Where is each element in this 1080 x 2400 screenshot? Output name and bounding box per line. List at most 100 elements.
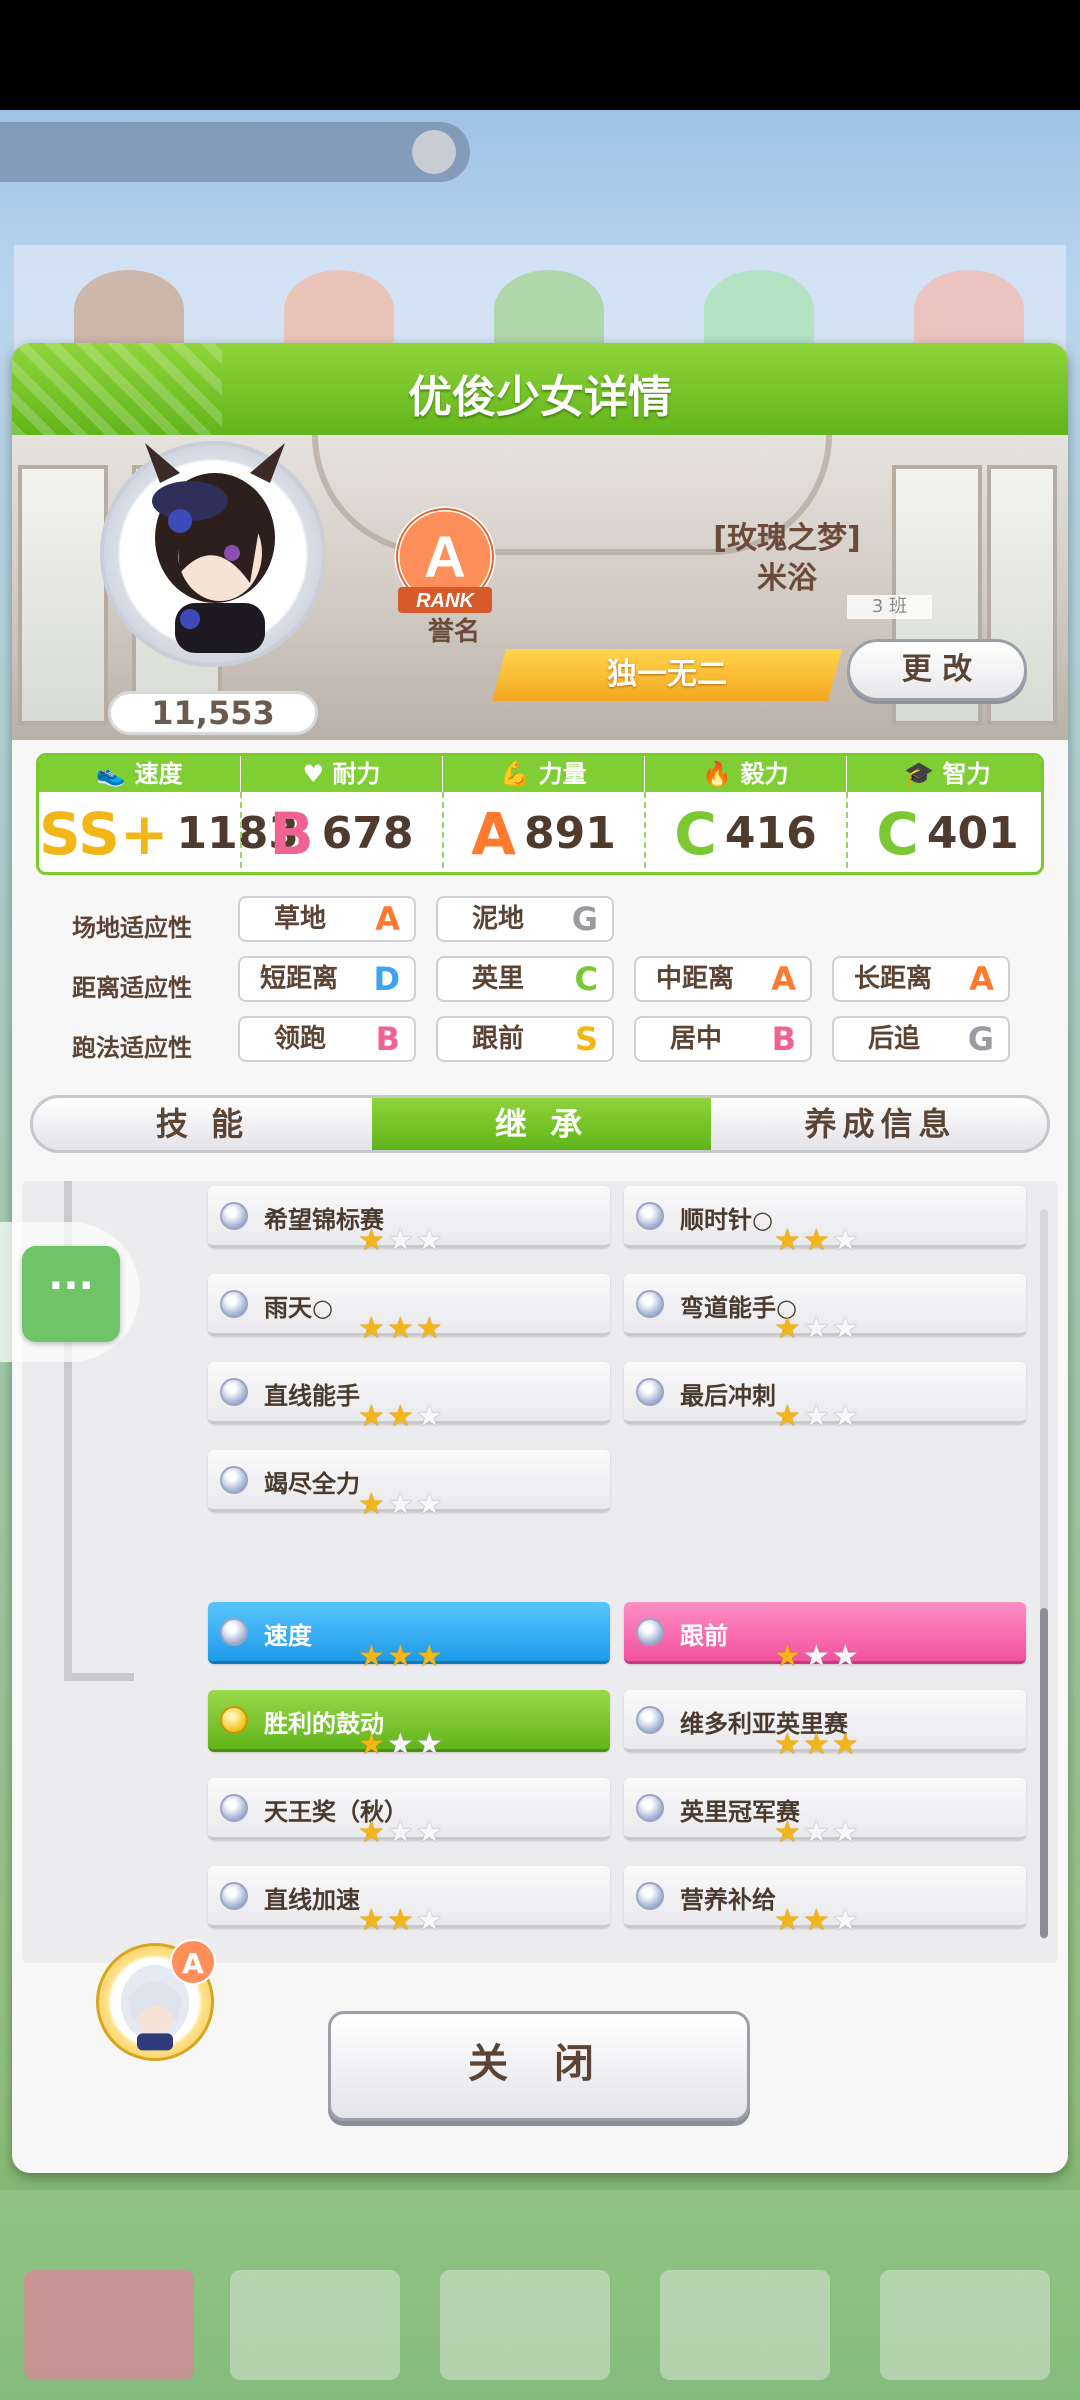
aptitude-dirt: 泥地 G: [436, 896, 614, 942]
star-icon: ★: [802, 1223, 832, 1258]
aptitude-late-surger: 居中 B: [634, 1016, 812, 1062]
aptitude-long: 长距离 A: [832, 956, 1010, 1002]
inherited-skill-card[interactable]: 竭尽全力 ★★★: [208, 1450, 610, 1520]
star-icon: ★: [415, 1815, 445, 1850]
star-icon: ★: [774, 1399, 803, 1434]
skill-stars: ★★★: [774, 1730, 861, 1760]
class-tag: 3 班: [847, 595, 932, 619]
muscle-icon: 💪: [500, 760, 539, 788]
stat-label: 智力: [942, 760, 991, 788]
inherited-skill-card[interactable]: 直线加速 ★★★: [208, 1866, 610, 1936]
shoe-icon: 👟: [96, 760, 135, 788]
inherited-skill-card[interactable]: 雨天○ ★★★: [208, 1274, 610, 1344]
skill-gem-icon: [220, 1794, 248, 1822]
aptitude-end-closer: 后追 G: [832, 1016, 1010, 1062]
star-icon: ★: [386, 1223, 416, 1258]
inherited-skill-card[interactable]: 营养补给 ★★★: [624, 1866, 1026, 1936]
aptitude-front-runner: 领跑 B: [238, 1016, 416, 1062]
aptitude-pace-chaser: 跟前 S: [436, 1016, 614, 1062]
inherited-skill-card[interactable]: 希望锦标赛 ★★★: [208, 1186, 610, 1256]
track-aptitude-label: 场地适应性: [72, 914, 192, 942]
skill-name: 雨天○: [264, 1294, 333, 1322]
skill-stars: ★★★: [774, 1642, 861, 1672]
tab-inheritance[interactable]: 继 承: [372, 1098, 711, 1150]
background-character: [284, 270, 394, 350]
star-icon: ★: [386, 1311, 416, 1346]
inherited-skill-card[interactable]: 维多利亚英里赛 ★★★: [624, 1690, 1026, 1760]
inherited-skill-card[interactable]: 跟前 ★★★: [624, 1602, 1026, 1672]
floating-menu-button[interactable]: ···: [22, 1246, 120, 1342]
skill-name: 最后冲刺: [680, 1382, 776, 1410]
background-banner: [0, 122, 470, 182]
inherited-skill-card[interactable]: 天王奖（秋） ★★★: [208, 1778, 610, 1848]
rank-letter: A: [424, 525, 466, 590]
stat-stamina: ♥ 耐力 B 678: [241, 756, 442, 872]
inherited-skill-card[interactable]: 胜利的鼓动 ★★★: [208, 1690, 610, 1760]
star-icon: ★: [831, 1903, 861, 1938]
star-icon: ★: [802, 1639, 832, 1674]
nav-item: [880, 2270, 1050, 2380]
rank-label: 誉名: [427, 617, 480, 647]
skill-gem-icon: [636, 1882, 664, 1910]
stat-grade: C: [674, 800, 717, 868]
skill-gem-icon: [636, 1618, 664, 1646]
star-icon: ★: [831, 1223, 861, 1258]
inherited-skill-card[interactable]: 弯道能手○ ★★★: [624, 1274, 1026, 1344]
character-avatar: [145, 443, 285, 653]
star-icon: ★: [386, 1727, 416, 1762]
star-icon: ★: [415, 1311, 445, 1346]
stat-value: 401: [926, 808, 1019, 859]
stat-value: 891: [524, 808, 616, 859]
skill-gem-icon: [636, 1794, 664, 1822]
star-icon: ★: [358, 1903, 387, 1938]
background-character: [494, 270, 604, 350]
star-icon: ★: [774, 1223, 803, 1258]
stat-label: 耐力: [332, 760, 381, 788]
star-icon: ★: [415, 1487, 445, 1522]
star-icon: ★: [415, 1223, 445, 1258]
skill-name: 直线加速: [264, 1886, 360, 1914]
status-bar: [0, 0, 1080, 110]
star-icon: ★: [386, 1639, 416, 1674]
inherited-skill-card[interactable]: 速度 ★★★: [208, 1602, 610, 1672]
star-icon: ★: [802, 1311, 832, 1346]
parent-rank-badge: A: [170, 1939, 216, 1985]
star-icon: ★: [802, 1727, 832, 1762]
skill-gem-icon: [220, 1882, 248, 1910]
skill-stars: ★★★: [358, 1642, 445, 1672]
close-button[interactable]: 关 闭: [328, 2011, 750, 2121]
skill-stars: ★★★: [358, 1490, 445, 1520]
skill-gem-icon: [636, 1706, 664, 1734]
inherited-skill-card[interactable]: 直线能手 ★★★: [208, 1362, 610, 1432]
flame-icon: 🔥: [702, 760, 741, 788]
star-icon: ★: [831, 1311, 861, 1346]
skill-stars: ★★★: [774, 1402, 861, 1432]
aptitude-medium: 中距离 A: [634, 956, 812, 1002]
stat-guts: 🔥 毅力 C 416: [645, 756, 846, 872]
inheritance-scroll-thumb[interactable]: [1040, 1608, 1048, 1938]
tab-training-info[interactable]: 养成信息: [711, 1098, 1047, 1150]
stat-label: 毅力: [740, 760, 789, 788]
skill-gem-icon: [636, 1290, 664, 1318]
skill-gem-icon: [220, 1202, 248, 1230]
detail-tabs: 技 能 继 承 养成信息: [30, 1095, 1050, 1153]
inherited-skill-card[interactable]: 顺时针○ ★★★: [624, 1186, 1026, 1256]
nav-item: [440, 2270, 610, 2380]
skill-name: 竭尽全力: [264, 1470, 360, 1498]
rank-badge-icon: A RANK: [394, 506, 496, 613]
star-icon: ★: [831, 1727, 861, 1762]
star-icon: ★: [386, 1487, 416, 1522]
change-title-button[interactable]: 更 改: [847, 639, 1027, 701]
skill-name: 顺时针○: [680, 1206, 773, 1234]
stat-value: 678: [321, 808, 414, 859]
skill-stars: ★★★: [774, 1818, 861, 1848]
skill-gem-icon: [220, 1618, 248, 1646]
star-icon: ★: [802, 1399, 832, 1434]
inherited-skill-card[interactable]: 最后冲刺 ★★★: [624, 1362, 1026, 1432]
inherited-skill-card[interactable]: 英里冠军赛 ★★★: [624, 1778, 1026, 1848]
background-character-strip: [14, 245, 1066, 355]
star-icon: ★: [415, 1903, 445, 1938]
tab-skills[interactable]: 技 能: [33, 1098, 372, 1150]
aptitude-turf: 草地 A: [238, 896, 416, 942]
star-icon: ★: [358, 1311, 387, 1346]
